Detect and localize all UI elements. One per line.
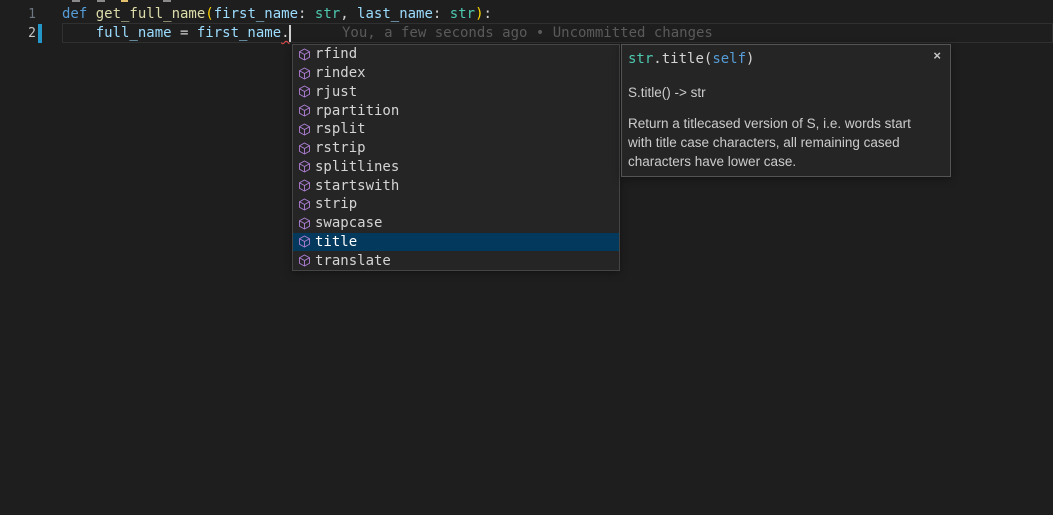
blame-annotation: You, a few seconds ago • Uncommitted cha… <box>342 24 713 43</box>
clipped-code-fragment <box>121 0 128 2</box>
code-token: first_name <box>197 25 281 41</box>
suggest-item-startswith[interactable]: startswith <box>293 176 619 195</box>
suggest-item-label: rstrip <box>315 140 366 156</box>
suggest-item-rindex[interactable]: rindex <box>293 64 619 83</box>
method-icon <box>296 159 313 175</box>
suggest-item-label: strip <box>315 196 357 212</box>
code-token: ) <box>475 6 483 22</box>
code-token: def <box>62 6 96 22</box>
suggest-item-strip[interactable]: strip <box>293 195 619 214</box>
doc-signature-part: str <box>628 51 653 67</box>
method-icon <box>296 253 313 269</box>
code-token: get_full_name <box>96 6 206 22</box>
method-icon <box>296 178 313 194</box>
suggest-item-swapcase[interactable]: swapcase <box>293 214 619 233</box>
code-token: full_name <box>96 25 172 41</box>
clipped-code-fragment <box>163 0 171 2</box>
suggest-item-label: rindex <box>315 65 366 81</box>
suggest-item-label: splitlines <box>315 159 399 175</box>
doc-description: Return a titlecased version of S, i.e. w… <box>622 114 950 171</box>
method-icon <box>296 46 313 62</box>
code-token: = <box>172 25 197 41</box>
method-icon <box>296 103 313 119</box>
code-line-2[interactable]: full_name = first_name. <box>62 24 290 43</box>
code-token: : <box>433 6 450 22</box>
suggest-item-label: rfind <box>315 46 357 62</box>
method-icon <box>296 196 313 212</box>
suggest-item-rsplit[interactable]: rsplit <box>293 120 619 139</box>
suggest-item-label: title <box>315 234 357 250</box>
suggest-item-rstrip[interactable]: rstrip <box>293 139 619 158</box>
suggest-item-translate[interactable]: translate <box>293 251 619 270</box>
suggest-item-label: rjust <box>315 84 357 100</box>
text-cursor <box>289 25 291 42</box>
line-number-2: 2 <box>0 24 36 43</box>
doc-signature-part: self <box>712 51 746 67</box>
suggest-widget: rfind rindex rjust rpartition rsplit rstrip sp… <box>292 44 620 271</box>
suggest-item-rpartition[interactable]: rpartition <box>293 101 619 120</box>
clipped-code-fragment <box>72 0 80 2</box>
doc-description-line: characters have lower case. <box>628 152 940 171</box>
suggest-item-label: rsplit <box>315 121 366 137</box>
method-icon <box>296 84 313 100</box>
suggest-item-title[interactable]: title <box>293 233 619 252</box>
code-token: str <box>315 6 340 22</box>
git-modified-indicator <box>38 24 42 43</box>
doc-widget: str.title(self) × S.title() -> str Retur… <box>621 44 951 177</box>
doc-description-line: with title case characters, all remainin… <box>628 133 940 152</box>
suggest-list: rfind rindex rjust rpartition rsplit rstrip sp… <box>293 45 619 270</box>
line-number-1: 1 <box>0 5 36 24</box>
suggest-item-splitlines[interactable]: splitlines <box>293 158 619 177</box>
code-line-1[interactable]: def get_full_name(first_name: str, last_… <box>62 5 492 24</box>
doc-signature-part: ) <box>746 51 754 67</box>
code-token: : <box>484 6 492 22</box>
method-icon <box>296 121 313 137</box>
suggest-item-rjust[interactable]: rjust <box>293 83 619 102</box>
suggest-item-label: translate <box>315 253 391 269</box>
method-icon <box>296 234 313 250</box>
code-token: first_name <box>214 6 298 22</box>
suggest-item-label: rpartition <box>315 103 399 119</box>
suggest-item-label: swapcase <box>315 215 382 231</box>
method-icon <box>296 65 313 81</box>
code-token: last_name <box>357 6 433 22</box>
method-icon <box>296 215 313 231</box>
suggest-item-label: startswith <box>315 178 399 194</box>
doc-description-line: Return a titlecased version of S, i.e. w… <box>628 114 940 133</box>
close-icon[interactable]: × <box>933 49 941 63</box>
clipped-code-fragment <box>97 0 105 2</box>
code-token: str <box>450 6 475 22</box>
method-icon <box>296 140 313 156</box>
doc-prototype: S.title() -> str <box>622 83 950 102</box>
code-token: , <box>340 6 357 22</box>
code-token: ( <box>205 6 213 22</box>
code-token: : <box>298 6 315 22</box>
doc-signature: str.title(self) <box>622 45 950 69</box>
suggest-item-rfind[interactable]: rfind <box>293 45 619 64</box>
editor-root: { "editor": { "lines": [ { "number": "1"… <box>0 0 1053 515</box>
doc-signature-part: .title( <box>653 51 712 67</box>
